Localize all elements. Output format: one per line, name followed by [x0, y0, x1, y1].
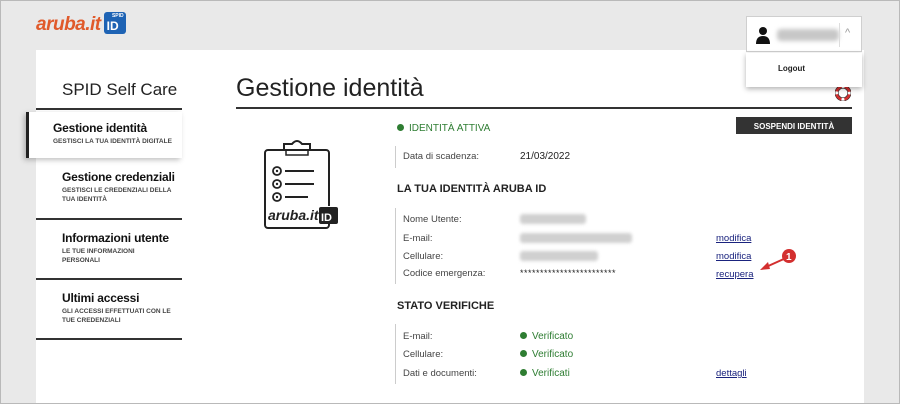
- emergency-code-label: Codice emergenza:: [403, 268, 486, 279]
- user-icon: [756, 27, 770, 44]
- lifebuoy-icon[interactable]: [835, 85, 851, 101]
- annotation-number: 1: [786, 252, 792, 263]
- username-label: Nome Utente:: [403, 214, 462, 225]
- verify-docs-details-link[interactable]: dettagli: [716, 368, 747, 379]
- clipboard-icon: aruba.it ID: [264, 140, 338, 229]
- verify-phone-label: Cellulare:: [403, 349, 444, 360]
- title-divider: [236, 107, 852, 109]
- illustration-brand: aruba.it: [268, 207, 320, 223]
- logo-badge-id: ID: [106, 19, 119, 33]
- status-dot-icon: [520, 332, 527, 339]
- user-menu-toggle[interactable]: ^: [746, 16, 862, 52]
- sidebar-item-label: Gestione credenziali: [62, 170, 175, 184]
- annotation-arrow-icon: 1: [760, 249, 796, 270]
- emergency-code-value: ************************: [520, 268, 617, 278]
- sidebar-item-gestione-identita[interactable]: Gestione identità GESTISCI LA TUA IDENTI…: [26, 112, 182, 158]
- email-value-redacted: [520, 233, 632, 243]
- user-dropdown: Logout: [746, 53, 862, 87]
- sidebar-item-desc: GESTISCI LE CREDENZIALI DELLA TUA IDENTI…: [62, 187, 172, 203]
- expiry-vline: [395, 146, 396, 168]
- logout-menu-item[interactable]: Logout: [778, 64, 805, 73]
- sidebar-item-label: Informazioni utente: [62, 231, 169, 245]
- sidebar-item-label: Gestione identità: [53, 121, 147, 135]
- identity-vline: [395, 208, 396, 284]
- identity-section-title: LA TUA IDENTITÀ ARUBA ID: [397, 183, 547, 195]
- status-dot-icon: [520, 350, 527, 357]
- sidebar-title: SPID Self Care: [62, 80, 178, 99]
- sidebar-item-informazioni-utente[interactable]: Informazioni utente LE TUE INFORMAZIONI …: [26, 231, 182, 277]
- user-name-redacted: [777, 29, 839, 41]
- verify-docs-label: Dati e documenti:: [403, 368, 477, 379]
- logo-id-badge: SPID ID: [103, 12, 126, 34]
- emergency-recover-link[interactable]: recupera: [716, 269, 754, 280]
- aruba-logo[interactable]: aruba.it SPID ID: [36, 12, 126, 38]
- username-value-redacted: [520, 214, 586, 224]
- phone-label: Cellulare:: [403, 251, 444, 262]
- verify-docs-status-text: Verificati: [532, 368, 570, 379]
- sidebar-item-ultimi-accessi[interactable]: Ultimi accessi GLI ACCESSI EFFETTUATI CO…: [26, 291, 182, 337]
- logo-brand-text: aruba.it: [36, 14, 101, 35]
- sidebar-divider: [36, 338, 182, 340]
- verify-phone-status-text: Verificato: [532, 349, 574, 360]
- sidebar-item-label: Ultimi accessi: [62, 291, 140, 305]
- sidebar-item-desc: GESTISCI LA TUA IDENTITÀ DIGITALE: [53, 138, 172, 145]
- sidebar-divider: [36, 218, 182, 220]
- illustration-badge: ID: [321, 212, 332, 224]
- expiry-label: Data di scadenza:: [403, 151, 480, 162]
- sidebar-divider: [36, 108, 182, 110]
- status-dot-icon: [520, 369, 527, 376]
- email-modify-link[interactable]: modifica: [716, 233, 751, 244]
- verify-docs-status: Verificati: [520, 368, 570, 379]
- phone-value-redacted: [520, 251, 598, 261]
- email-label: E-mail:: [403, 233, 433, 244]
- content-panel: [36, 50, 864, 404]
- user-box-divider: [839, 23, 840, 47]
- sidebar-divider: [36, 278, 182, 280]
- identity-status: IDENTITÀ ATTIVA: [397, 123, 490, 134]
- status-dot-icon: [397, 124, 404, 131]
- verify-email-status-text: Verificato: [532, 331, 574, 342]
- verification-section-title: STATO VERIFICHE: [397, 300, 495, 312]
- sidebar-item-gestione-credenziali[interactable]: Gestione credenziali GESTISCI LE CREDENZ…: [26, 170, 182, 216]
- phone-modify-link[interactable]: modifica: [716, 251, 751, 262]
- sidebar-item-desc: LE TUE INFORMAZIONI PERSONALI: [62, 248, 135, 264]
- verification-vline: [395, 324, 396, 384]
- verify-email-status: Verificato: [520, 331, 573, 342]
- chevron-up-icon[interactable]: ^: [845, 27, 850, 39]
- expiry-value: 21/03/2022: [520, 151, 571, 162]
- page-title: Gestione identità: [236, 74, 424, 102]
- verify-phone-status: Verificato: [520, 349, 573, 360]
- sidebar-item-desc: GLI ACCESSI EFFETTUATI CON LE TUE CREDEN…: [62, 308, 171, 324]
- verify-email-label: E-mail:: [403, 331, 433, 342]
- identity-status-text: IDENTITÀ ATTIVA: [409, 123, 491, 134]
- suspend-identity-button[interactable]: SOSPENDI IDENTITÀ: [736, 117, 852, 134]
